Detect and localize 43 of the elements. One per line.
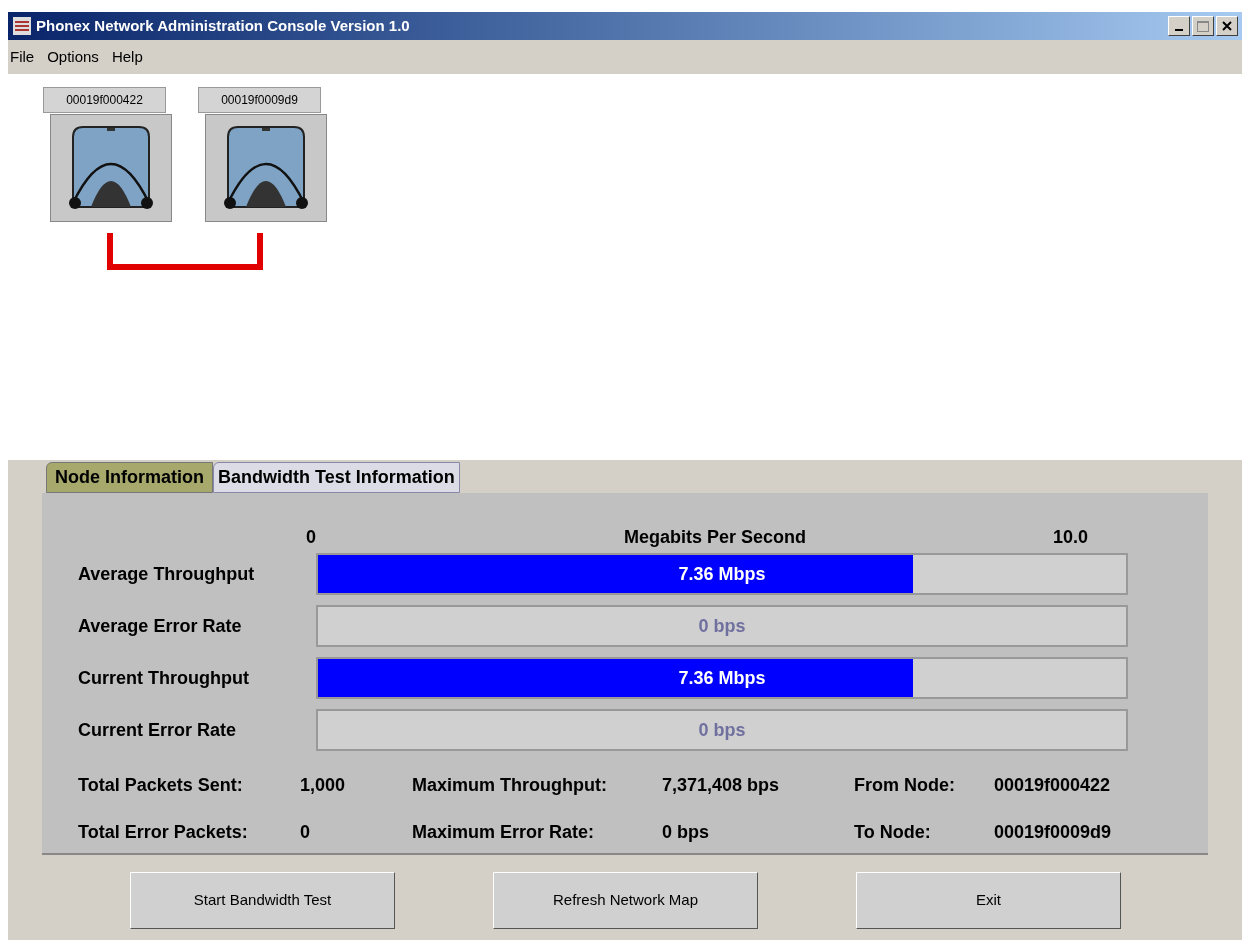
action-button[interactable]: Exit [856, 872, 1121, 929]
node-tile[interactable] [50, 114, 172, 222]
scale-title: Megabits Per Second [624, 525, 807, 549]
stat-label: Total Packets Sent: [78, 773, 244, 797]
meter-label: Average Error Rate [77, 614, 243, 638]
stat-label: Maximum Error Rate: [412, 820, 596, 844]
stat-value: 00019f0009d9 [994, 820, 1112, 844]
stat-value: 00019f000422 [994, 773, 1111, 797]
meter-reading: 0 bps [697, 614, 747, 638]
meter-label: Current Throughput [77, 666, 250, 690]
stat-value: 0 [300, 820, 310, 844]
stat-label: Total Error Packets: [78, 820, 249, 844]
node-label[interactable]: 00019f0009d9 [198, 87, 321, 113]
scale-max: 10.0 [1053, 525, 1089, 549]
tab[interactable]: Bandwidth Test Information [213, 462, 460, 493]
scale-min: 0 [306, 525, 316, 549]
stat-value: 7,371,408 bps [662, 773, 780, 797]
meter-label: Average Throughput [77, 562, 256, 586]
stat-value: 1,000 [300, 773, 346, 797]
app-icon [12, 16, 32, 36]
meter-reading: 7.36 Mbps [677, 562, 767, 586]
meter-label: Current Error Rate [77, 718, 238, 742]
meter-reading: 0 bps [697, 718, 747, 742]
node-label[interactable]: 00019f000422 [43, 87, 166, 113]
meter-reading: 7.36 Mbps [677, 666, 767, 690]
stat-label: To Node: [854, 820, 932, 844]
window-title: Phonex Network Administration Console Version 1.0 [36, 15, 411, 36]
tab[interactable]: Node Information [46, 462, 213, 493]
close-button[interactable] [1216, 16, 1238, 36]
stat-label: From Node: [854, 773, 956, 797]
minimize-button[interactable] [1168, 16, 1190, 36]
menu-item[interactable]: Help [111, 45, 143, 69]
action-button[interactable]: Start Bandwidth Test [130, 872, 395, 929]
stat-value: 0 bps [662, 820, 709, 844]
close-icon [1222, 21, 1232, 31]
node-tile[interactable] [205, 114, 327, 222]
action-button[interactable]: Refresh Network Map [493, 872, 758, 929]
menu-item[interactable]: File [10, 45, 35, 69]
network-device-icon [51, 115, 171, 221]
maximize-button[interactable] [1192, 16, 1214, 36]
stat-label: Maximum Throughput: [412, 773, 608, 797]
menu-item[interactable]: Options [47, 45, 99, 69]
network-device-icon [206, 115, 326, 221]
